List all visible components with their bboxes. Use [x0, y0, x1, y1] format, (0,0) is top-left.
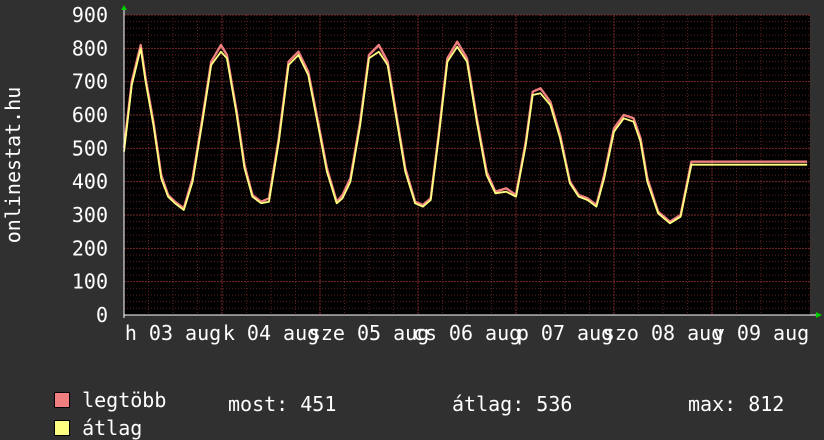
y-tick-label: 400: [72, 170, 108, 194]
x-axis-arrow-icon: [816, 312, 822, 318]
x-tick-label: cs 06 aug: [413, 321, 521, 345]
x-tick-label: h 03 aug: [125, 321, 221, 345]
y-tick-label: 600: [72, 103, 108, 127]
y-axis-label: onlinestat.hu: [1, 87, 25, 244]
y-tick-label: 100: [72, 270, 108, 294]
legend-label-atlag: átlag: [82, 416, 143, 440]
y-tick-label: 900: [72, 3, 108, 27]
x-tick-label: k 04 aug: [223, 321, 319, 345]
y-tick-label: 300: [72, 203, 108, 227]
legend-swatch-atlag: [54, 419, 71, 436]
y-tick-label: 200: [72, 236, 108, 260]
stat-max: max: 812: [688, 392, 785, 416]
x-tick-label: sze 05 aug: [309, 321, 429, 345]
stat-average: átlag: 536: [452, 392, 573, 416]
stat-current: most: 451: [228, 392, 337, 416]
x-tick-label: v 09 aug: [713, 321, 809, 345]
x-tick-label: szo 08 aug: [603, 321, 723, 345]
y-tick-label: 500: [72, 136, 108, 160]
y-tick-label: 700: [72, 70, 108, 94]
legend-item-atlag: átlag: [30, 392, 142, 440]
y-axis-arrow-icon: [121, 5, 127, 10]
y-tick-label: 800: [72, 36, 108, 60]
x-tick-label: p 07 aug: [517, 321, 613, 345]
y-tick-label: 0: [96, 303, 108, 327]
